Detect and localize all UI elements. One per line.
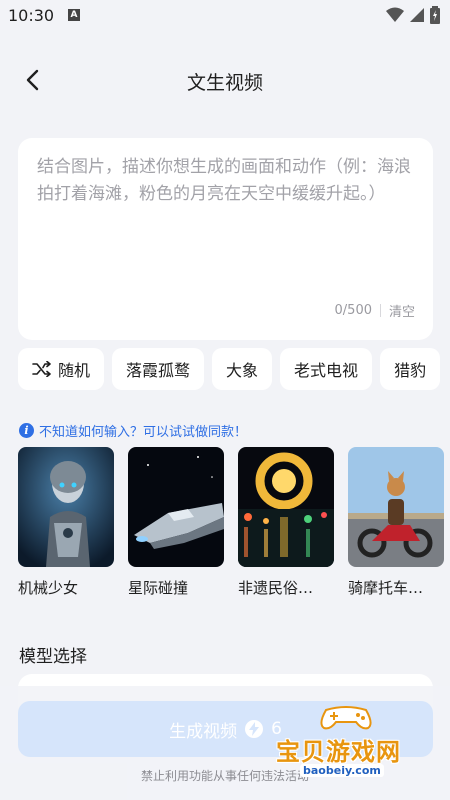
dog-motorcycle-image (348, 447, 444, 567)
example-label: 骑摩托车… (348, 579, 424, 597)
example-label: 非遗民俗… (238, 579, 314, 597)
chip-label: 大象 (226, 361, 259, 380)
example-label: 机械少女 (18, 579, 79, 597)
signal-icon (410, 8, 424, 22)
wifi-icon (386, 7, 404, 22)
example-thumbnail-robot-girl (18, 447, 114, 567)
watermark-text: 宝贝游戏网 (276, 738, 401, 766)
suggestion-chips: 随机 落霞孤鹜 大象 老式电视 猎豹 (18, 348, 450, 392)
example-card[interactable]: 机械少女 (18, 447, 114, 607)
prompt-input[interactable]: 结合图片，描述你想生成的画面和动作（例：海浪拍打着海滩，粉色的月亮在天空中缓缓升… (37, 154, 422, 208)
chip-label: 落霞孤鹜 (126, 361, 191, 380)
info-icon: i (19, 423, 34, 438)
divider (379, 304, 381, 317)
chip-random[interactable]: 随机 (18, 348, 105, 390)
chip-label: 老式电视 (294, 361, 359, 380)
prompt-input-card[interactable]: 结合图片，描述你想生成的画面和动作（例：海浪拍打着海滩，粉色的月亮在天空中缓缓升… (18, 138, 433, 340)
hint-link[interactable]: i 不知道如何输入？可以试试做同款！ (19, 421, 247, 440)
site-watermark: 宝贝游戏网 baobeiy.com (276, 702, 436, 782)
lantern-festival-image (238, 447, 334, 567)
model-section-title: 模型选择 (19, 647, 87, 667)
status-time: 10:30 (8, 6, 55, 25)
lightning-icon (245, 720, 264, 738)
clear-button[interactable]: 清空 (389, 301, 415, 320)
chip-label: 猎豹 (394, 361, 427, 380)
example-label: 星际碰撞 (128, 579, 189, 597)
hint-text: 不知道如何输入？可以试试做同款！ (39, 425, 248, 440)
generate-label: 生成视频 (169, 721, 238, 742)
chip-suggestion[interactable]: 猎豹 (380, 348, 441, 390)
robot-girl-image (18, 447, 114, 567)
header: 文生视频 (0, 60, 450, 100)
char-counter-row: 0/500 清空 (335, 301, 415, 320)
status-bar: 10:30 A (0, 0, 450, 32)
page-title: 文生视频 (186, 72, 263, 94)
spaceship-image (128, 447, 224, 567)
example-thumbnail-spaceship (128, 447, 224, 567)
notification-icon: A (68, 9, 80, 21)
example-gallery: 机械少女 星际碰撞 非遗民俗… 骑摩托车… (18, 447, 450, 607)
chip-suggestion[interactable]: 老式电视 (280, 348, 373, 390)
char-counter: 0/500 (334, 303, 372, 318)
chip-label: 随机 (58, 361, 91, 380)
chip-suggestion[interactable]: 落霞孤鹜 (112, 348, 205, 390)
battery-icon (430, 6, 440, 24)
example-card[interactable]: 骑摩托车… (348, 447, 444, 607)
chip-suggestion[interactable]: 大象 (212, 348, 273, 390)
gamepad-icon (320, 706, 372, 730)
example-thumbnail-dog-motorcycle (348, 447, 444, 567)
watermark-url: baobeiy.com (300, 764, 384, 777)
example-card[interactable]: 非遗民俗… (238, 447, 334, 607)
example-thumbnail-lantern (238, 447, 334, 567)
status-icons (386, 6, 440, 24)
example-card[interactable]: 星际碰撞 (128, 447, 224, 607)
shuffle-icon (32, 361, 51, 377)
